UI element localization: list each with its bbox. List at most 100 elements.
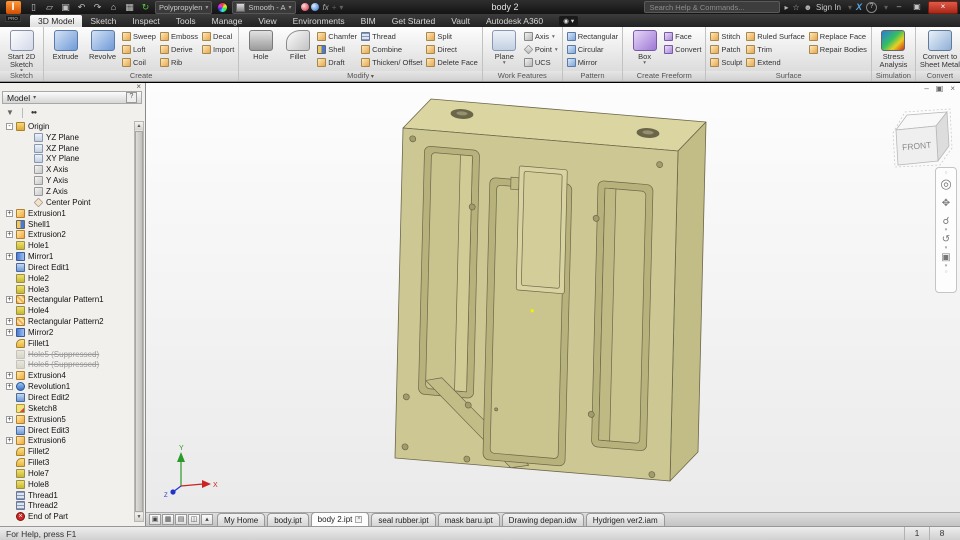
ribbon-small-button[interactable]: Rectangular [566, 30, 619, 43]
tree-item[interactable]: + Extrusion1 [2, 208, 132, 219]
ribbon-small-button[interactable]: Import [201, 43, 235, 56]
window-arrange-button[interactable]: ▴ [201, 514, 213, 525]
tree-item[interactable]: X Axis [2, 164, 132, 175]
ribbon-big-button[interactable]: Extrude [47, 28, 84, 72]
qat-icon[interactable]: ↶ [76, 1, 87, 13]
tree-expand-toggle[interactable]: + [6, 296, 13, 304]
tree-expand-toggle[interactable]: + [6, 415, 13, 423]
ribbon-small-button[interactable]: Sculpt [709, 56, 743, 69]
tree-item[interactable]: + Extrusion5 [2, 414, 132, 425]
tree-item[interactable]: + Extrusion4 [2, 370, 132, 381]
color-wheel-icon[interactable] [217, 1, 229, 13]
close-button[interactable]: × [928, 0, 958, 14]
ribbon-small-button[interactable]: Rib [159, 56, 199, 69]
tree-item[interactable]: Z Axis [2, 186, 132, 197]
document-tab[interactable]: seal rubber.ipt × [371, 513, 436, 526]
document-tab[interactable]: Hydrigen ver2.iam × [585, 513, 665, 526]
help-search-input[interactable] [644, 1, 781, 13]
tree-expand-toggle[interactable]: + [6, 318, 13, 326]
ribbon-big-button[interactable]: Plane [486, 28, 523, 72]
ribbon-small-button[interactable]: Emboss [159, 30, 199, 43]
chevron-down-icon[interactable]: ▾ [884, 3, 888, 12]
ribbon-tab[interactable]: Vault [443, 15, 478, 27]
tree-item[interactable]: + Mirror1 [2, 251, 132, 262]
ribbon-tab[interactable]: BIM [353, 15, 384, 27]
ribbon-small-button[interactable]: Circular [566, 43, 619, 56]
qat-icon[interactable]: ▯ [28, 1, 39, 13]
ribbon-small-button[interactable]: Decal [201, 30, 235, 43]
help-icon[interactable]: ? [865, 1, 877, 13]
minimize-button[interactable]: – [892, 2, 906, 13]
ribbon-tab[interactable]: Tools [168, 15, 204, 27]
tree-expand-toggle[interactable]: + [6, 383, 13, 391]
ribbon-small-button[interactable]: Chamfer [316, 30, 358, 43]
tree-expand-toggle[interactable]: + [6, 437, 13, 445]
ribbon-small-button[interactable]: Delete Face [425, 56, 478, 69]
tree-item[interactable]: Thread1 [2, 490, 132, 501]
qat-icon[interactable]: ▦ [124, 1, 135, 13]
ribbon-small-button[interactable]: Replace Face [808, 30, 868, 43]
ribbon-small-button[interactable]: Extend [745, 56, 806, 69]
tab-close-icon[interactable]: × [355, 516, 363, 523]
tree-item[interactable]: Hole2 [2, 273, 132, 284]
doc-close-button[interactable]: × [950, 84, 955, 93]
parameters-fx-icon[interactable]: fx [323, 3, 329, 12]
clear-appearance-icon[interactable] [310, 3, 319, 11]
ribbon-small-button[interactable]: Thicken/ Offset [360, 56, 423, 69]
ribbon-tab[interactable]: Environments [285, 15, 353, 27]
ribbon-big-button[interactable]: Revolve [84, 28, 121, 72]
tree-item[interactable]: Hole3 [2, 284, 132, 295]
document-tab[interactable]: body 2.ipt × [310, 512, 370, 526]
inventor-logo[interactable]: I PRO [3, 1, 23, 25]
tree-item[interactable]: Direct Edit1 [2, 262, 132, 273]
appearance-dropdown[interactable]: Smooth - A ▾ [232, 0, 296, 14]
ribbon-big-button[interactable]: Fillet [279, 28, 316, 72]
chevron-down-icon[interactable]: ▾ [945, 228, 948, 233]
screencast-button[interactable]: ◉ ▾ [559, 16, 579, 26]
ribbon-tab[interactable]: Inspect [124, 15, 167, 27]
app-exchange-icon[interactable]: X [856, 2, 862, 12]
nav-tool-icon[interactable]: ✥ [942, 198, 950, 210]
browser-panel-header[interactable]: Model ▾ ? [2, 91, 142, 104]
ribbon-small-button[interactable]: Loft [121, 43, 157, 56]
ribbon-tab[interactable]: 3D Model [30, 15, 83, 27]
panel-close-icon[interactable]: × [136, 82, 141, 91]
ribbon-small-button[interactable]: Repair Bodies [808, 43, 868, 56]
panel-help-icon[interactable]: ? [126, 92, 137, 103]
tree-item[interactable]: + Rectangular Pattern1 [2, 295, 132, 306]
ribbon-small-button[interactable]: Ruled Surface [745, 30, 806, 43]
ribbon-small-button[interactable]: Thread [360, 30, 423, 43]
tree-item[interactable]: Hole7 [2, 468, 132, 479]
tree-item[interactable]: + Extrusion2 [2, 229, 132, 240]
tree-item[interactable]: Direct Edit2 [2, 392, 132, 403]
ribbon-tab[interactable]: Sketch [82, 15, 124, 27]
tree-item[interactable]: Fillet1 [2, 338, 132, 349]
ribbon-small-button[interactable]: Direct [425, 43, 478, 56]
document-tab[interactable]: mask baru.ipt × [437, 513, 500, 526]
favorites-star-icon[interactable]: ☆ [792, 2, 799, 13]
tree-expand-toggle[interactable]: + [6, 231, 13, 239]
ribbon-small-button[interactable]: Face [663, 30, 702, 43]
tree-item[interactable]: Hole6 (Suppressed) [2, 360, 132, 371]
ribbon-tab[interactable]: Autodesk A360 [478, 15, 551, 27]
doc-restore-button[interactable]: ▣ [936, 84, 944, 93]
ribbon-big-button[interactable]: Box [626, 28, 663, 72]
navbar-customize-dot[interactable]: ○ [944, 269, 947, 275]
adjust-appearance-icon[interactable] [300, 3, 309, 11]
ribbon-small-button[interactable]: Axis [523, 30, 559, 43]
chevron-down-icon[interactable]: ▾ [945, 246, 948, 251]
tree-expand-toggle[interactable]: + [6, 209, 13, 217]
tree-item[interactable]: Hole5 (Suppressed) [2, 349, 132, 360]
tree-expand-toggle[interactable]: + [6, 328, 13, 336]
qat-icon[interactable]: ▱ [44, 1, 55, 13]
ribbon-big-button[interactable]: Convert to Sheet Metal [919, 28, 960, 72]
scrollbar-thumb[interactable] [135, 131, 143, 512]
viewcube[interactable]: FRONT [892, 108, 953, 168]
tree-expand-toggle[interactable]: + [6, 372, 13, 380]
material-dropdown[interactable]: Polypropylen ▾ [155, 0, 213, 14]
tree-item[interactable]: Hole1 [2, 240, 132, 251]
window-arrange-button[interactable]: ◫ [188, 514, 200, 525]
qat-icon[interactable]: ⌂ [108, 1, 119, 13]
tree-item[interactable]: Shell1 [2, 219, 132, 230]
document-tab[interactable]: My Home × [217, 513, 266, 526]
